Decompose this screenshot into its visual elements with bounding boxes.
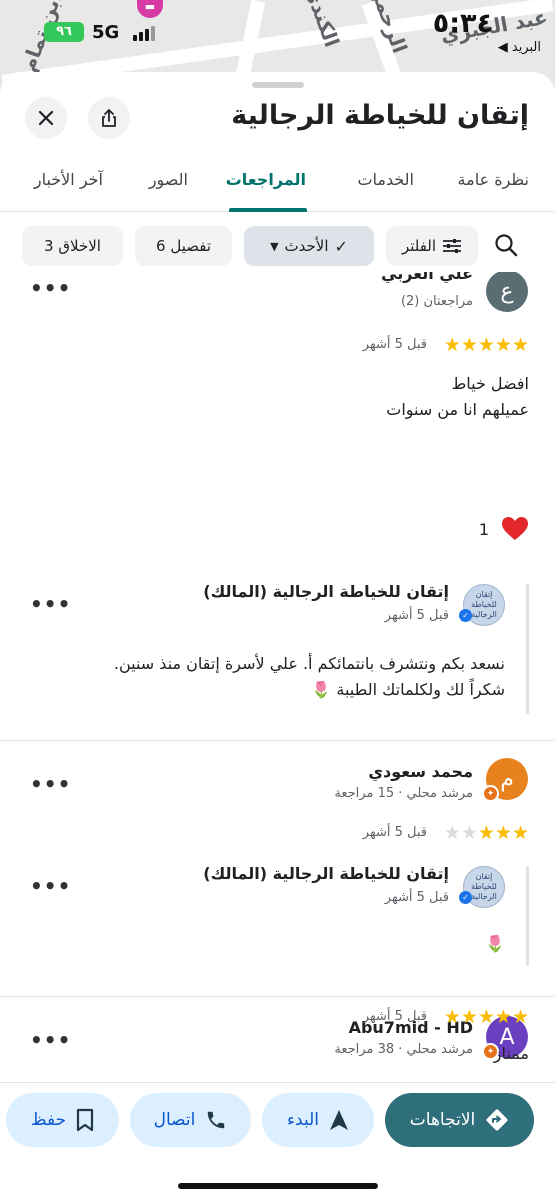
more-options-button[interactable]: ••• bbox=[30, 592, 71, 616]
topic-chip-manners[interactable]: الاخلاق 3 bbox=[22, 226, 123, 266]
owner-reply-text-line: شكراً لك ولكلماتك الطيبة 🌷 bbox=[311, 680, 505, 699]
close-icon bbox=[38, 110, 54, 126]
owner-reply-time: قبل 5 أشهر bbox=[384, 608, 449, 623]
filter-chips: الفلتر ✓ الأحدث ▼ تفصيل 6 الاخلاق 3 bbox=[0, 226, 555, 268]
back-to-app-link[interactable]: ◀ البريد bbox=[498, 40, 541, 55]
tab-services[interactable]: الخدمات bbox=[357, 170, 414, 189]
filter-chip[interactable]: الفلتر bbox=[386, 226, 478, 266]
active-tab-indicator bbox=[229, 208, 307, 212]
topic-chip-detail[interactable]: تفصيل 6 bbox=[135, 226, 232, 266]
signal-icon bbox=[133, 25, 157, 41]
action-bar: الاتجاهات البدء اتصال حفظ bbox=[0, 1082, 555, 1200]
owner-name[interactable]: إتقان للخياطة الرجالية (المالك) bbox=[203, 864, 449, 883]
review-time: قبل 5 أشهر bbox=[362, 337, 427, 352]
more-options-button[interactable]: ••• bbox=[30, 276, 71, 300]
tab-photos[interactable]: الصور bbox=[149, 170, 188, 189]
sort-chip-label: الأحدث bbox=[284, 237, 329, 255]
tab-reviews[interactable]: المراجعات bbox=[226, 170, 306, 189]
hotel-pin-icon[interactable]: ▬ bbox=[137, 0, 163, 18]
more-options-button[interactable]: ••• bbox=[30, 772, 71, 796]
drag-handle[interactable] bbox=[252, 82, 304, 88]
avatar[interactable]: ع bbox=[486, 272, 528, 312]
home-indicator[interactable] bbox=[178, 1183, 378, 1189]
star-rating: ★★★★★ bbox=[443, 822, 529, 844]
tab-bar: نظرة عامة الخدمات المراجعات الصور آخر ال… bbox=[0, 170, 555, 212]
search-reviews-button[interactable] bbox=[493, 232, 519, 262]
heart-icon bbox=[502, 517, 528, 540]
reviewer-meta: مرشد محلي · 38 مراجعة bbox=[334, 1042, 473, 1057]
status-bar: ▬ ٩٦ 5G ٥:٣٤ ◀ البريد bbox=[0, 0, 555, 64]
caret-down-icon: ▼ bbox=[270, 239, 279, 253]
tab-overview[interactable]: نظرة عامة bbox=[458, 170, 529, 189]
review-time: قبل 5 أشهر bbox=[362, 825, 427, 840]
reply-divider-bar bbox=[526, 866, 529, 966]
share-button[interactable] bbox=[88, 97, 130, 139]
reaction-count: 1 bbox=[478, 520, 489, 539]
battery-level: ٩٦ bbox=[56, 24, 72, 39]
review-time: قبل 5 أشهر bbox=[362, 1009, 427, 1024]
review-text-line: افضل خياط bbox=[451, 374, 529, 393]
phone-icon bbox=[208, 1111, 225, 1129]
reviewer-name[interactable]: محمد سعودي bbox=[368, 762, 473, 781]
local-guide-badge-icon: ✦ bbox=[482, 785, 499, 802]
directions-icon bbox=[486, 1109, 508, 1131]
directions-label: الاتجاهات bbox=[409, 1110, 476, 1130]
star-rating: ★★★★★ bbox=[443, 334, 529, 356]
owner-reply-time: قبل 5 أشهر bbox=[384, 890, 449, 905]
page-title: إتقان للخياطة الرجالية bbox=[231, 100, 529, 131]
owner-reply-text-line: نسعد بكم ونتشرف بانتمائكم أ. علي لأسرة إ… bbox=[113, 654, 505, 673]
clock: ٥:٣٤ bbox=[432, 8, 493, 39]
call-button[interactable]: اتصال bbox=[130, 1093, 251, 1147]
reply-divider-bar bbox=[526, 584, 529, 714]
review-text-line: عميلهم انا من سنوات bbox=[386, 400, 529, 419]
filter-chip-label: الفلتر bbox=[401, 237, 437, 255]
sort-newest-chip[interactable]: ✓ الأحدث ▼ bbox=[244, 226, 374, 266]
more-options-button[interactable]: ••• bbox=[30, 1028, 71, 1052]
verified-icon: ✓ bbox=[459, 609, 472, 622]
battery-indicator: ٩٦ bbox=[44, 22, 84, 42]
owner-reply-text: 🌷 bbox=[485, 934, 505, 953]
review-divider bbox=[0, 740, 555, 741]
tab-news[interactable]: آخر الأخبار bbox=[34, 170, 103, 189]
start-button[interactable]: البدء bbox=[262, 1093, 374, 1147]
save-label: حفظ bbox=[30, 1110, 67, 1130]
directions-button[interactable]: الاتجاهات bbox=[385, 1093, 534, 1147]
share-icon bbox=[102, 109, 116, 127]
reviewer-meta: مرشد محلي · 15 مراجعة bbox=[334, 786, 473, 801]
reviewer-meta: مراجعتان (2) bbox=[400, 294, 473, 309]
place-sheet: إتقان للخياطة الرجالية نظرة عامة الخدمات… bbox=[0, 72, 555, 1200]
check-icon: ✓ bbox=[334, 236, 348, 256]
network-indicator: 5G bbox=[92, 22, 120, 43]
owner-name[interactable]: إتقان للخياطة الرجالية (المالك) bbox=[203, 582, 449, 601]
filter-icon bbox=[443, 239, 462, 253]
star-rating: ★★★★★ bbox=[443, 1006, 529, 1028]
call-label: اتصال bbox=[153, 1110, 196, 1130]
verified-icon: ✓ bbox=[459, 891, 472, 904]
navigation-arrow-icon bbox=[329, 1110, 348, 1130]
search-icon bbox=[495, 234, 518, 257]
more-options-button[interactable]: ••• bbox=[30, 874, 71, 898]
reviews-list[interactable]: ع علي العربي مراجعتان (2) ••• ★★★★★ قبل … bbox=[0, 272, 555, 1082]
bookmark-icon bbox=[77, 1108, 94, 1132]
close-button[interactable] bbox=[25, 97, 67, 139]
start-label: البدء bbox=[287, 1110, 319, 1130]
review-divider bbox=[0, 996, 555, 997]
reviewer-name[interactable]: علي العربي bbox=[381, 272, 473, 283]
save-button[interactable]: حفظ bbox=[6, 1093, 119, 1147]
review-text: ممتاز bbox=[493, 1044, 529, 1063]
